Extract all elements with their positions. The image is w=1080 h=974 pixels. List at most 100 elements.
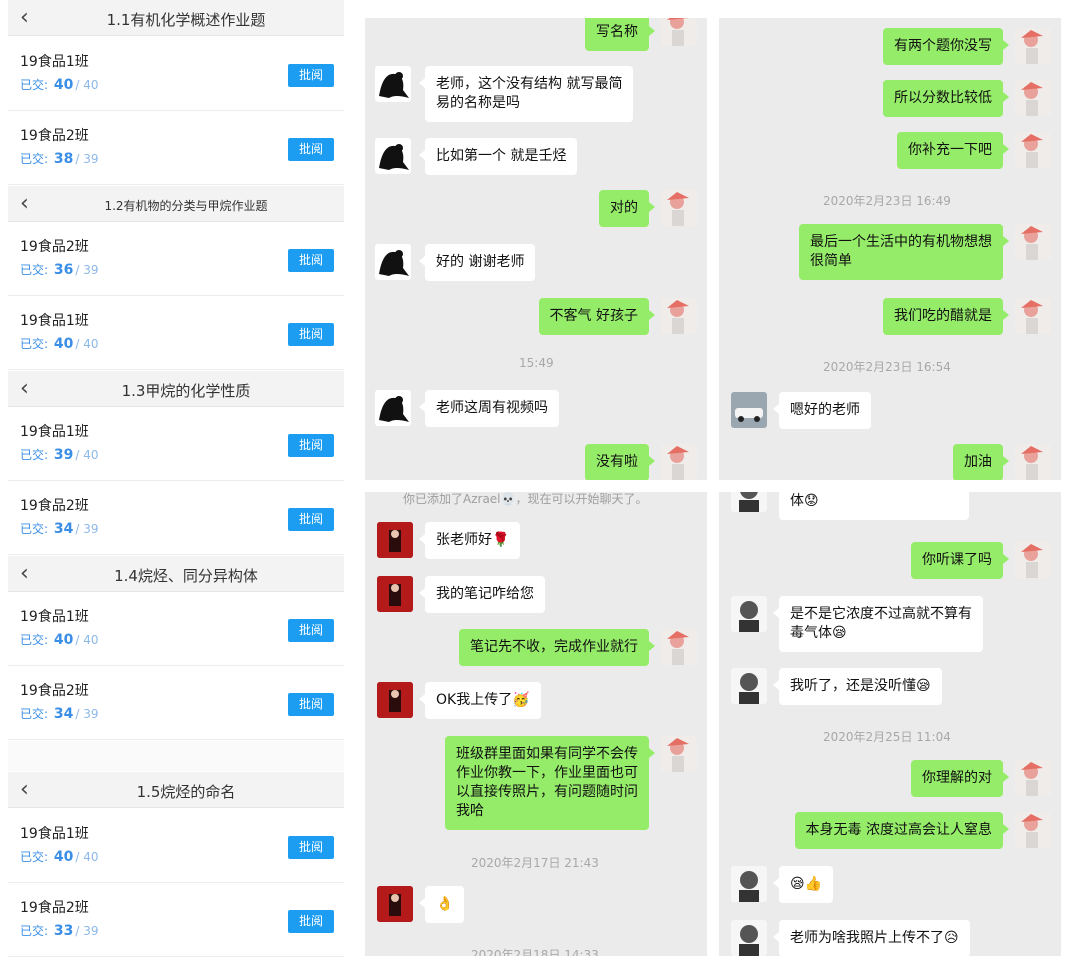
- submitted-count: 已交: 40/ 40: [20, 632, 99, 648]
- teacher-avatar[interactable]: [1015, 224, 1051, 260]
- section-header: ‹ 1.4烷烃、同分异构体: [8, 556, 344, 592]
- review-button[interactable]: 批阅: [288, 434, 334, 457]
- review-button[interactable]: 批阅: [288, 323, 334, 346]
- back-arrow-icon[interactable]: ‹: [20, 376, 29, 401]
- timestamp: 2020年2月23日 16:54: [823, 360, 951, 374]
- student-avatar[interactable]: [377, 522, 413, 558]
- student-avatar[interactable]: [731, 668, 767, 704]
- student-avatar[interactable]: [731, 866, 767, 902]
- review-button[interactable]: 批阅: [288, 138, 334, 161]
- message-bubble-received[interactable]: 老师为啥我照片上传不了😥: [773, 920, 970, 956]
- class-row[interactable]: 19食品1班 已交: 39/ 40 批阅: [8, 408, 344, 481]
- student-avatar[interactable]: [731, 596, 767, 632]
- teacher-avatar[interactable]: [661, 298, 697, 334]
- timestamp: 2020年2月18日 14:33: [471, 948, 599, 956]
- student-avatar[interactable]: [377, 886, 413, 922]
- teacher-avatar[interactable]: [661, 736, 697, 772]
- teacher-avatar[interactable]: [1015, 542, 1051, 578]
- back-arrow-icon[interactable]: ‹: [20, 191, 29, 216]
- message-bubble-sent[interactable]: 本身无毒 浓度过高会让人窒息: [794, 812, 1010, 849]
- teacher-avatar[interactable]: [1015, 298, 1051, 334]
- class-name: 19食品2班: [20, 239, 89, 255]
- class-name: 19食品2班: [20, 498, 89, 514]
- class-row[interactable]: 19食品2班 已交: 36/ 39 批阅: [8, 223, 344, 296]
- teacher-avatar[interactable]: [1015, 444, 1051, 480]
- student-avatar[interactable]: [731, 392, 767, 428]
- message-bubble-received[interactable]: 比如第一个 就是壬烃: [418, 138, 578, 175]
- class-row[interactable]: 19食品2班 已交: 33/ 39 批阅: [8, 884, 344, 957]
- message-bubble-sent[interactable]: 有两个题你没写: [883, 28, 1009, 65]
- section-gap: [8, 741, 344, 771]
- teacher-avatar[interactable]: [661, 190, 697, 226]
- chat-panel-1: 写名称 老师，这个没有结构 就写最简 易的名称是吗 比如第一个 就是壬烃 对的 …: [365, 18, 707, 480]
- message-bubble-sent[interactable]: 你听课了吗: [911, 542, 1009, 579]
- message-bubble-received[interactable]: 嗯好的老师: [773, 392, 871, 429]
- message-bubble-received[interactable]: 老师，我感觉有一氧化碳气 体😟: [779, 492, 969, 520]
- teacher-avatar[interactable]: [1015, 760, 1051, 796]
- message-bubble-sent[interactable]: 你补充一下吧: [897, 132, 1009, 169]
- class-row[interactable]: 19食品2班 已交: 34/ 39 批阅: [8, 667, 344, 740]
- timestamp: 2020年2月23日 16:49: [823, 194, 951, 208]
- message-bubble-received[interactable]: 是不是它浓度不过高就不算有 毒气体😪: [773, 596, 983, 652]
- submitted-count: 已交: 40/ 40: [20, 336, 99, 352]
- student-avatar[interactable]: [375, 390, 411, 426]
- teacher-avatar[interactable]: [1015, 28, 1051, 64]
- message-bubble-sent[interactable]: 加油: [953, 444, 1009, 480]
- student-avatar[interactable]: [731, 492, 767, 512]
- class-row[interactable]: 19食品1班 已交: 40/ 40 批阅: [8, 810, 344, 883]
- message-bubble-sent[interactable]: 不客气 好孩子: [538, 298, 656, 335]
- class-row[interactable]: 19食品1班 已交: 40/ 40 批阅: [8, 593, 344, 666]
- message-bubble-sent[interactable]: 班级群里面如果有同学不会传 作业你教一下，作业里面也可 以直接传照片，有问题随时…: [445, 736, 655, 830]
- teacher-avatar[interactable]: [1015, 132, 1051, 168]
- submitted-count: 已交: 39/ 40: [20, 447, 99, 463]
- back-arrow-icon[interactable]: ‹: [20, 5, 29, 30]
- student-avatar[interactable]: [375, 244, 411, 280]
- message-bubble-sent[interactable]: 你理解的对: [911, 760, 1009, 797]
- review-button[interactable]: 批阅: [288, 64, 334, 87]
- class-row[interactable]: 19食品2班 已交: 34/ 39 批阅: [8, 482, 344, 555]
- review-button[interactable]: 批阅: [288, 508, 334, 531]
- message-bubble-received[interactable]: 👌: [418, 886, 465, 923]
- message-bubble-sent[interactable]: 写名称: [585, 18, 655, 51]
- teacher-avatar[interactable]: [1015, 812, 1051, 848]
- message-bubble-received[interactable]: 我听了，还是没听懂😪: [773, 668, 942, 705]
- section-title: 1.2有机物的分类与甲烷作业题: [104, 199, 268, 213]
- class-name: 19食品1班: [20, 424, 89, 440]
- message-bubble-sent[interactable]: 对的: [599, 190, 655, 227]
- student-avatar[interactable]: [377, 682, 413, 718]
- message-bubble-received[interactable]: 张老师好🌹: [418, 522, 521, 559]
- message-bubble-sent[interactable]: 最后一个生活中的有机物想想 很简单: [799, 224, 1009, 280]
- message-bubble-received[interactable]: 老师，这个没有结构 就写最简 易的名称是吗: [418, 66, 634, 122]
- message-bubble-sent[interactable]: 笔记先不收，完成作业就行: [459, 629, 655, 666]
- chat-panel-4: 老师，我感觉有一氧化碳气 体😟 你听课了吗 是不是它浓度不过高就不算有 毒气体😪…: [719, 492, 1061, 956]
- message-bubble-received[interactable]: 我的笔记咋给您: [419, 576, 545, 613]
- section-header: ‹ 1.2有机物的分类与甲烷作业题: [8, 186, 344, 222]
- teacher-avatar[interactable]: [661, 18, 697, 46]
- section-title: 1.1有机化学概述作业题: [106, 11, 266, 29]
- back-arrow-icon[interactable]: ‹: [20, 561, 29, 586]
- class-row[interactable]: 19食品1班 已交: 40/ 40 批阅: [8, 38, 344, 111]
- review-button[interactable]: 批阅: [288, 619, 334, 642]
- student-avatar[interactable]: [375, 66, 411, 102]
- student-avatar[interactable]: [731, 920, 767, 956]
- class-row[interactable]: 19食品2班 已交: 38/ 39 批阅: [8, 112, 344, 185]
- message-bubble-received[interactable]: OK我上传了🥳: [419, 682, 541, 719]
- back-arrow-icon[interactable]: ‹: [20, 777, 29, 802]
- message-bubble-sent[interactable]: 没有啦: [585, 444, 655, 480]
- system-message: 你已添加了Azrael💀，现在可以开始聊天了。: [403, 492, 648, 506]
- class-row[interactable]: 19食品1班 已交: 40/ 40 批阅: [8, 297, 344, 370]
- student-avatar[interactable]: [377, 576, 413, 612]
- review-button[interactable]: 批阅: [288, 249, 334, 272]
- teacher-avatar[interactable]: [661, 444, 697, 480]
- message-bubble-received[interactable]: 😪👍: [772, 866, 834, 903]
- message-bubble-received[interactable]: 好的 谢谢老师: [418, 244, 536, 281]
- review-button[interactable]: 批阅: [288, 693, 334, 716]
- message-bubble-sent[interactable]: 所以分数比较低: [883, 80, 1009, 117]
- teacher-avatar[interactable]: [661, 629, 697, 665]
- review-button[interactable]: 批阅: [288, 836, 334, 859]
- review-button[interactable]: 批阅: [288, 910, 334, 933]
- teacher-avatar[interactable]: [1015, 80, 1051, 116]
- message-bubble-sent[interactable]: 我们吃的醋就是: [883, 298, 1009, 335]
- student-avatar[interactable]: [375, 138, 411, 174]
- message-bubble-received[interactable]: 老师这周有视频吗: [419, 390, 559, 427]
